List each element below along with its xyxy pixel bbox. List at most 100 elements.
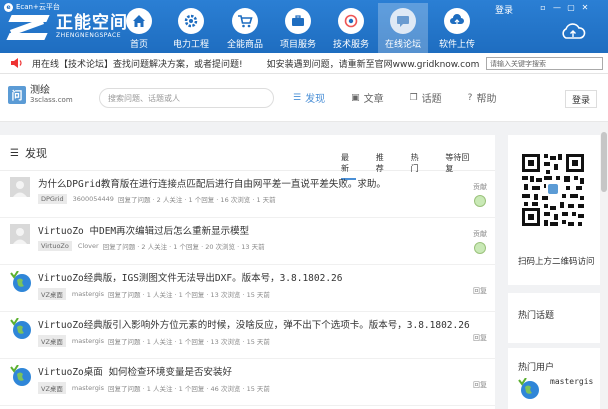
question-stats: 回复了问题 · 2 人关注 · 1 个回复 · 20 次浏览 · 13 天前 [102,243,265,251]
maximize-icon[interactable]: ▢ [564,0,578,14]
cart-icon [232,8,258,34]
globe-avatar-icon[interactable] [518,377,539,399]
contributor-avatar-icon[interactable] [474,195,486,207]
nav-project-service-label: 项目服务 [279,40,316,50]
question-row[interactable]: VirtuoZo经典版，IGS测图文件无法导出DXF。版本号，3.8.1802.… [0,266,495,312]
top-login-link[interactable]: 登录 [495,3,513,16]
topic-tag[interactable]: VZ桌面 [38,382,66,394]
discover-title: ☰ 发现 [10,145,47,161]
question-title[interactable]: 为什么DPGrid教育版在进行连接点匹配后进行自由网平差一直说平差失败。求助。 [38,176,386,190]
notice-message: 用在线【技术论坛】查找问题解决方案，或者提问题! [32,59,243,70]
notice-search-input[interactable]: 请输入关键字搜索 [486,57,603,70]
question-reply: 回复 [473,286,487,296]
login-button[interactable]: 登录 [565,90,597,108]
cloud-upload-icon[interactable] [560,22,586,42]
site-search-input[interactable]: 搜索问题、话题或人 [99,88,274,108]
question-contribution: 贡献 [473,229,487,254]
skin-icon[interactable]: ▫ [536,0,550,14]
question-stats: 回复了问题 · 1 人关注 · 1 个回复 · 13 次浏览 · 15 天前 [108,338,270,346]
nav-software-upload[interactable]: 软件上传 [432,8,482,53]
page-scrollbar[interactable] [600,122,608,409]
question-title[interactable]: VirtuoZo 中DEM再次编辑过后怎么重新显示模型 [38,223,249,237]
list-icon: ☰ [293,92,302,103]
question-stats: 回复了问题 · 2 人关注 · 1 个回复 · 16 次浏览 · 1 天前 [117,196,276,204]
brand-logo[interactable]: 正能空间 ZHENGNENGSPACE [6,12,128,42]
tab-help[interactable]: ? 帮助 [468,90,497,106]
question-title[interactable]: VirtuoZo桌面 如何检查环境变量是否安装好 [38,364,232,378]
app-logo-icon: e [4,2,13,12]
contributor-avatar-icon[interactable] [474,242,486,254]
app-title-label: Ecan+云平台 [16,3,60,11]
nav-forum[interactable]: 在线论坛 [378,3,428,53]
top-header: e Ecan+云平台 正能空间 ZHENGNENGSPACE 首页 电力工程 全… [0,0,608,53]
upload-icon [444,8,470,34]
question-row[interactable]: VirtuoZo桌面 如何检查环境变量是否安装好 VZ桌面 mastergis … [0,360,495,406]
gear-icon [178,8,204,34]
globe-avatar-icon[interactable] [10,317,31,339]
briefcase-icon [285,8,311,34]
question-meta: DPGrid 3600054449 回复了问题 · 2 人关注 · 1 个回复 … [38,194,276,204]
app-window: e Ecan+云平台 正能空间 ZHENGNENGSPACE 首页 电力工程 全… [0,0,608,409]
hot-user-name[interactable]: mastergis [550,377,593,386]
question-user[interactable]: Clover [78,242,99,250]
close-icon[interactable]: ✕ [578,0,592,14]
user-avatar[interactable] [10,224,30,244]
nav-home[interactable]: 首页 [114,8,164,53]
tab-discover[interactable]: ☰ 发现 [293,90,326,106]
reply-label: 回复 [473,381,487,389]
question-user[interactable]: mastergis [72,384,104,392]
question-meta: VZ桌面 mastergis 回复了问题 · 1 人关注 · 1 个回复 · 1… [38,288,270,300]
topic-icon: ❐ [409,92,418,103]
nav-software-upload-label: 软件上传 [438,40,475,50]
window-controls: ▫ — ▢ ✕ [536,0,592,14]
settings-icon [338,8,364,34]
question-reply: 回复 [473,333,487,343]
tab-help-label: 帮助 [476,94,497,105]
site-header: 问 测绘 3sclass.com 搜索问题、话题或人 ☰ 发现 ▣ 文章 ❐ 话… [0,74,608,122]
globe-avatar-icon[interactable] [10,270,31,292]
tab-discover-label: 发现 [305,94,326,105]
question-user[interactable]: mastergis [72,290,104,298]
nav-goods[interactable]: 全能商品 [220,8,270,53]
qr-caption: 扫码上方二维码访问 [518,257,595,267]
question-reply: 回复 [473,380,487,390]
topic-tag[interactable]: VirtuoZo [38,241,72,251]
question-user[interactable]: mastergis [72,337,104,345]
discover-title-label: 发现 [24,147,47,160]
app-title: e Ecan+云平台 [4,2,60,12]
question-title[interactable]: VirtuoZo经典版，IGS测图文件无法导出DXF。版本号，3.8.1802.… [38,270,343,284]
nav-project-service[interactable]: 项目服务 [273,8,323,53]
topic-tag[interactable]: VZ桌面 [38,335,66,347]
forum-icon [390,8,416,34]
discover-header: ☰ 发现 最新 推荐 热门 等待回复 [0,135,495,180]
globe-avatar-icon[interactable] [10,364,31,386]
reply-label: 回复 [473,334,487,342]
hot-users-title: 热门用户 [518,363,555,373]
question-user[interactable]: 3600054449 [73,195,114,203]
site-tabs: ☰ 发现 ▣ 文章 ❐ 话题 ? 帮助 [293,90,522,106]
site-logo[interactable]: 问 测绘 3sclass.com [8,85,73,104]
site-name: 测绘 [30,85,50,96]
site-domain: 3sclass.com [30,96,73,104]
tab-topics[interactable]: ❐ 话题 [409,90,442,106]
topic-tag[interactable]: DPGrid [38,194,67,204]
question-title[interactable]: VirtuoZo经典版引入影响外方位元素的时候，没啥反应，弹不出下个选项卡。版本… [38,317,470,331]
home-icon [126,8,152,34]
user-avatar[interactable] [10,177,30,197]
question-row[interactable]: 为什么DPGrid教育版在进行连接点匹配后进行自由网平差一直说平差失败。求助。 … [0,172,495,218]
minimize-icon[interactable]: — [550,0,564,14]
nav-forum-label: 在线论坛 [384,40,421,50]
scrollbar-thumb[interactable] [601,132,607,192]
topic-tag[interactable]: VZ桌面 [38,288,66,300]
speaker-icon [11,58,22,68]
question-row[interactable]: VirtuoZo 中DEM再次编辑过后怎么重新显示模型 VirtuoZo Clo… [0,219,495,265]
tab-articles[interactable]: ▣ 文章 [351,90,384,106]
nav-home-label: 首页 [129,40,148,50]
nav-tech-service[interactable]: 技术服务 [326,8,376,53]
question-meta: VZ桌面 mastergis 回复了问题 · 1 人关注 · 1 个回复 · 1… [38,335,270,347]
question-meta: VirtuoZo Clover 回复了问题 · 2 人关注 · 1 个回复 · … [38,241,265,251]
question-row[interactable]: VirtuoZo经典版引入影响外方位元素的时候，没啥反应，弹不出下个选项卡。版本… [0,313,495,359]
qr-card: 扫码上方二维码访问 [508,135,600,285]
nav-tech-service-label: 技术服务 [332,40,369,50]
nav-power-engineering[interactable]: 电力工程 [166,8,216,53]
